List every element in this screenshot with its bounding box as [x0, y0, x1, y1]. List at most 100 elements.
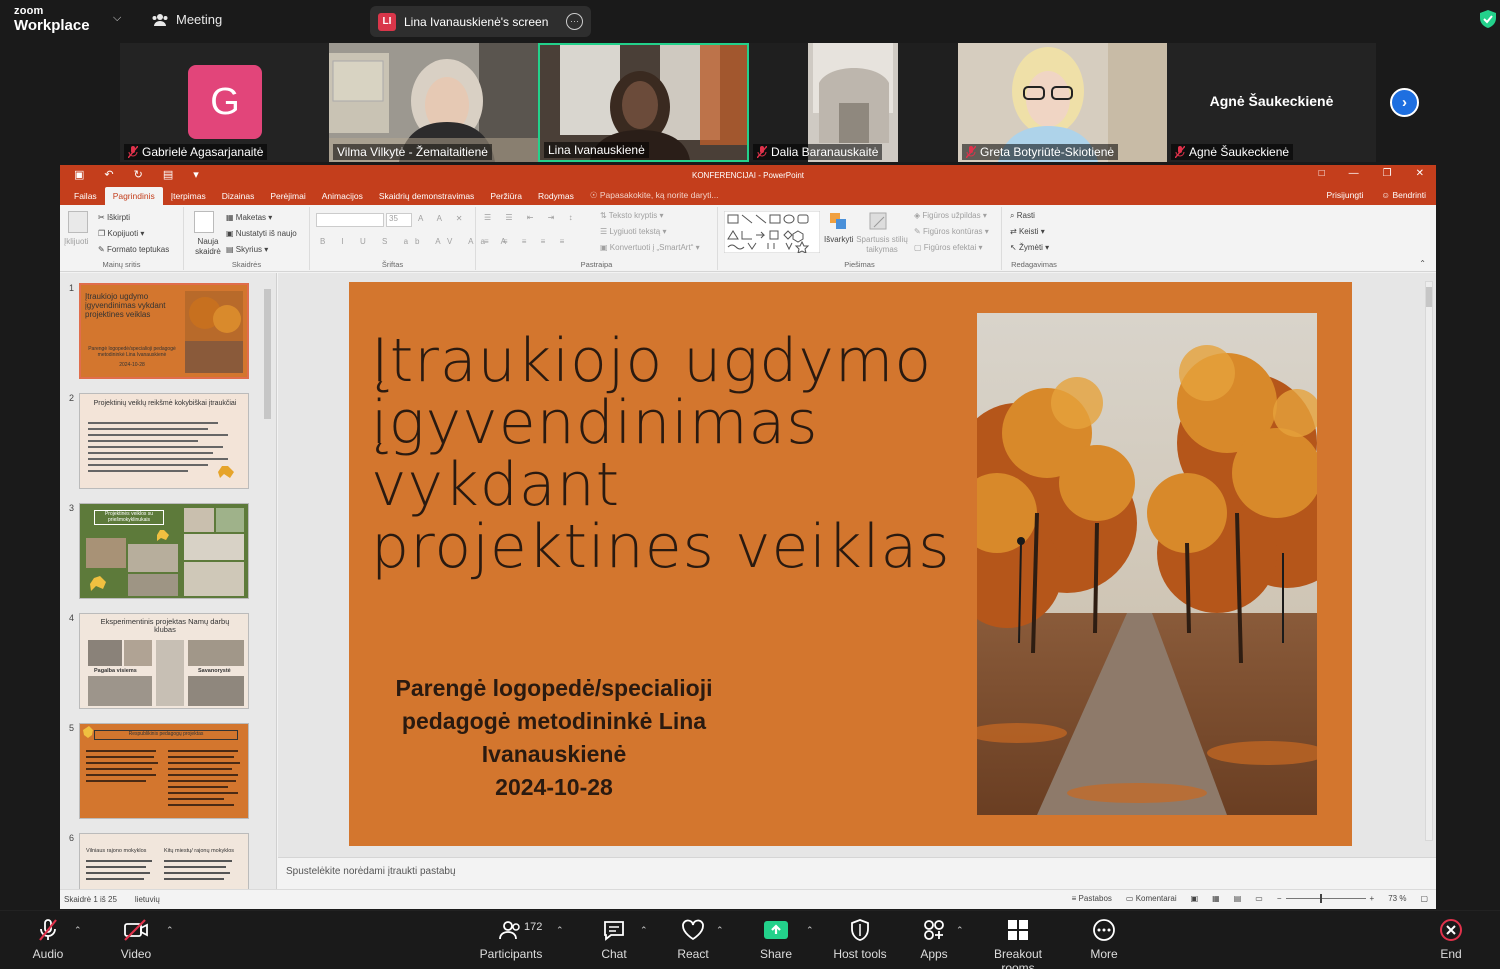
slideshow-view-icon[interactable]: ▭	[1255, 894, 1263, 903]
breakout-rooms-button[interactable]: Breakout rooms	[976, 917, 1060, 969]
participant-tile[interactable]: Vilma Vilkytė - Žemaitaitienė	[329, 43, 538, 162]
minimize-icon[interactable]: —	[1349, 168, 1359, 179]
slide-author-block[interactable]: Parengė logopedė/specialioji pedagogė me…	[369, 672, 739, 804]
thumbnail-scrollbar[interactable]	[263, 281, 272, 885]
select-button[interactable]: ↖ Žymėti ▾	[1010, 243, 1049, 252]
section-button[interactable]: ▤ Skyrius ▾	[226, 245, 268, 254]
share-button[interactable]: ☺ Bendrinti	[1381, 190, 1426, 200]
cut-button[interactable]: ✂ Iškirpti	[98, 213, 130, 222]
audio-button[interactable]: Audio	[28, 917, 68, 961]
convert-smartart-button[interactable]: ▣ Konvertuoti į „SmartArt“ ▾	[600, 243, 700, 252]
host-tools-button[interactable]: Host tools	[830, 917, 890, 961]
autumn-park-photo[interactable]	[977, 313, 1317, 815]
font-size-buttons[interactable]: A A ✕	[418, 214, 469, 223]
close-icon[interactable]: ✕	[1416, 168, 1424, 179]
font-size-input[interactable]: 35	[386, 213, 412, 227]
share-screen-button[interactable]: Share	[756, 917, 796, 961]
text-direction-button[interactable]: ⇅ Teksto kryptis ▾	[600, 211, 664, 220]
slide-scrollbar[interactable]	[1424, 281, 1434, 841]
tab-file[interactable]: Failas	[66, 187, 105, 205]
tab-insert[interactable]: Įterpimas	[163, 187, 214, 205]
more-button[interactable]: More	[1086, 917, 1122, 961]
arrange-button[interactable]: Išvarkyti	[824, 235, 853, 244]
chevron-down-icon[interactable]: ⌵	[113, 12, 121, 25]
participant-tile-active-speaker[interactable]: Lina Ivanauskienė	[538, 43, 749, 162]
more-options-icon[interactable]: ···	[566, 13, 583, 30]
screen-share-indicator[interactable]: LI Lina Ivanauskienė's screen ···	[370, 6, 591, 37]
replace-button[interactable]: ⇄ Keisti ▾	[1010, 227, 1045, 236]
layout-button[interactable]: ▦ Maketas ▾	[226, 213, 272, 222]
zoom-level[interactable]: 73 %	[1388, 894, 1406, 903]
current-slide[interactable]: Įtraukiojo ugdymo įgyvendinimas vykdant …	[349, 282, 1352, 846]
shape-fill-button[interactable]: ◈ Figūros užpildas ▾	[914, 211, 987, 220]
reset-button[interactable]: ▣ Nustatyti iš naujo	[226, 229, 297, 238]
meeting-info-button[interactable]: Meeting	[152, 12, 222, 27]
list-buttons[interactable]: ☰ ☰ ⇤ ⇥ ↕	[484, 213, 579, 222]
video-button[interactable]: Video	[114, 917, 158, 961]
react-button[interactable]: React	[674, 917, 712, 961]
zoom-slider[interactable]: − +	[1277, 894, 1374, 903]
quick-styles-button[interactable]: Spartusis stilių taikymas	[856, 235, 908, 255]
font-name-input[interactable]	[316, 213, 384, 227]
shape-effects-button[interactable]: ▢ Figūros efektai ▾	[914, 243, 983, 252]
new-slide-button[interactable]: Nauja skaidrė	[190, 237, 226, 257]
comments-toggle[interactable]: ▭ Komentarai	[1126, 894, 1177, 903]
ribbon-display-icon[interactable]: □	[1319, 168, 1325, 179]
format-painter-button[interactable]: ✎ Formato teptukas	[98, 245, 169, 254]
align-text-button[interactable]: ☰ Lygiuoti tekstą ▾	[600, 227, 667, 236]
chat-button[interactable]: Chat	[596, 917, 632, 961]
tab-view[interactable]: Rodymas	[530, 187, 582, 205]
find-button[interactable]: ⌕ Rasti	[1010, 211, 1035, 221]
language-indicator[interactable]: lietuvių	[135, 895, 160, 904]
notes-toggle[interactable]: ≡ Pastabos	[1072, 894, 1112, 903]
slide-thumbnail[interactable]: Projektinių veiklų reikšmė kokybiškai įt…	[79, 393, 249, 489]
slide-thumbnail[interactable]: Eksperimentinis projektas Namų darbų klu…	[79, 613, 249, 709]
collapse-ribbon-icon[interactable]: ⌃	[1419, 259, 1426, 268]
participant-tile[interactable]: Agnė Šaukeckienė Agnė Šaukeckienė	[1167, 43, 1376, 162]
slide-thumbnail[interactable]: Respublikinis pedagogų projektas	[79, 723, 249, 819]
shield-check-icon[interactable]	[1480, 10, 1496, 28]
arrange-icon[interactable]	[828, 211, 848, 233]
slide-thumbnail[interactable]: Vilniaus rajono mokyklos Kitų miestų/ ra…	[79, 833, 249, 889]
apps-button[interactable]: Apps	[916, 917, 952, 961]
quick-styles-icon[interactable]	[868, 211, 888, 233]
tab-home[interactable]: Pagrindinis	[104, 187, 163, 205]
new-slide-icon[interactable]	[194, 211, 214, 233]
copy-button[interactable]: ❐ Kopijuoti ▾	[98, 229, 144, 238]
tell-me-search[interactable]: ☉ Papasakokite, ką norite daryti...	[582, 186, 727, 205]
next-page-button[interactable]: ›	[1390, 88, 1419, 117]
slide-title[interactable]: Įtraukiojo ugdymo įgyvendinimas vykdant …	[371, 330, 971, 578]
align-buttons[interactable]: ≡ ≡ ≡ ≡ ≡	[484, 237, 570, 246]
slide-thumbnail[interactable]: Įtraukiojo ugdymo įgyvendinimas vykdant …	[79, 283, 249, 379]
normal-view-icon[interactable]: ▣	[1191, 894, 1199, 903]
paste-button[interactable]: Įklijuoti	[64, 237, 88, 246]
shape-outline-button[interactable]: ✎ Figūros kontūras ▾	[914, 227, 989, 236]
video-options-caret[interactable]: ⌃	[166, 925, 174, 936]
tab-slideshow[interactable]: Skaidrių demonstravimas	[371, 187, 482, 205]
participant-tile[interactable]: Greta Botyriūtė-Skiotienė	[958, 43, 1167, 162]
sign-in-link[interactable]: Prisijungti	[1327, 190, 1364, 200]
react-options-caret[interactable]: ⌃	[716, 925, 724, 936]
shapes-gallery[interactable]	[724, 211, 820, 253]
participants-options-caret[interactable]: ⌃	[556, 925, 564, 936]
fit-slide-icon[interactable]: ▢	[1420, 894, 1428, 903]
slide-thumbnail[interactable]: Projektinės veiklos su priešmokyklinukai…	[79, 503, 249, 599]
notes-pane[interactable]: Spustelėkite norėdami įtraukti pastabų	[278, 857, 1436, 889]
share-options-caret[interactable]: ⌃	[806, 925, 814, 936]
tab-review[interactable]: Peržiūra	[482, 187, 530, 205]
chat-options-caret[interactable]: ⌃	[640, 925, 648, 936]
slide-sorter-icon[interactable]: ▦	[1212, 894, 1220, 903]
replace-icon: ⇄	[1010, 227, 1017, 236]
participant-tile[interactable]: Dalia Baranauskaitė	[749, 43, 958, 162]
apps-options-caret[interactable]: ⌃	[956, 925, 964, 936]
chevron-right-icon: ›	[1402, 94, 1407, 111]
reading-view-icon[interactable]: ▤	[1234, 894, 1242, 903]
paste-icon[interactable]	[68, 211, 88, 233]
end-meeting-button[interactable]: End	[1434, 917, 1468, 961]
tab-animations[interactable]: Animacijos	[314, 187, 371, 205]
audio-options-caret[interactable]: ⌃	[74, 925, 82, 936]
participant-tile[interactable]: G Gabrielė Agasarjanaitė	[120, 43, 329, 162]
tab-transitions[interactable]: Perėjimai	[262, 187, 313, 205]
tab-design[interactable]: Dizainas	[214, 187, 263, 205]
restore-icon[interactable]: ❐	[1383, 168, 1392, 179]
